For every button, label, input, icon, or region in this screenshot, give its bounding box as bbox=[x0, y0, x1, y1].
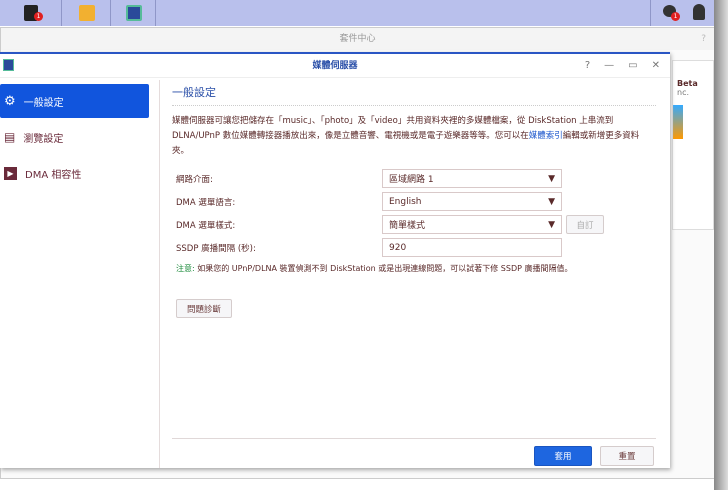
tray: 1 bbox=[650, 0, 715, 26]
ssdp-interval-label: SSDP 廣播間隔 (秒): bbox=[176, 243, 256, 254]
chevron-down-icon: ▼ bbox=[548, 196, 555, 207]
chevron-down-icon: ▼ bbox=[548, 173, 555, 184]
media-server-icon bbox=[3, 59, 14, 71]
window-shadow bbox=[714, 0, 728, 490]
sidebar-item-label: 一般設定 bbox=[23, 97, 64, 109]
help-icon[interactable]: ? bbox=[701, 28, 706, 50]
minimize-button[interactable]: — bbox=[604, 54, 614, 78]
user-icon[interactable] bbox=[693, 4, 705, 20]
network-interface-select[interactable]: 區域網路 1 ▼ bbox=[382, 169, 562, 188]
gear-icon: ⚙ bbox=[4, 93, 16, 109]
note-text: 如果您的 UPnP/DLNA 裝置偵測不到 DiskStation 或是出現連線… bbox=[194, 264, 573, 273]
sidebar-item-dma[interactable]: ▶ DMA 相容性 bbox=[0, 156, 149, 190]
package-center-title: 套件中心 bbox=[339, 34, 376, 44]
description: 媒體伺服器可讓您把儲存在「music」、「photo」及「video」共用資料夾… bbox=[172, 114, 656, 159]
media-index-link[interactable]: 媒體索引 bbox=[529, 131, 563, 141]
sidebar-item-general[interactable]: ⚙ 一般設定 bbox=[0, 84, 149, 118]
ssdp-interval-input[interactable]: 920 bbox=[382, 238, 562, 257]
dialog-title: 媒體伺服器 bbox=[312, 61, 358, 71]
selected-value: 區域網路 1 bbox=[389, 175, 434, 185]
customize-button[interactable]: 自訂 bbox=[566, 215, 604, 234]
dma-language-label: DMA 選單語言: bbox=[176, 197, 236, 208]
package-center-icon bbox=[78, 5, 95, 21]
sidebar: ⚙ 一般設定 ▤ 瀏覽設定 ▶ DMA 相容性 bbox=[0, 80, 160, 468]
sidebar-item-browse[interactable]: ▤ 瀏覽設定 bbox=[0, 120, 149, 154]
chevron-down-icon: ▼ bbox=[548, 219, 555, 230]
note-label: 注意: bbox=[176, 264, 195, 273]
apply-button[interactable]: 套用 bbox=[534, 446, 592, 466]
reset-button[interactable]: 重置 bbox=[600, 446, 654, 466]
diagnose-button[interactable]: 問題診斷 bbox=[176, 299, 232, 318]
dialog-footer: 套用 重置 bbox=[172, 438, 656, 466]
dma-style-select[interactable]: 簡單樣式 ▼ bbox=[382, 215, 562, 234]
dma-style-label: DMA 選單樣式: bbox=[176, 220, 236, 231]
list-icon: ▤ bbox=[4, 130, 16, 144]
package-card: Beta nc. bbox=[672, 60, 714, 230]
sidebar-item-label: 瀏覽設定 bbox=[23, 133, 64, 145]
media-server-icon bbox=[125, 5, 142, 21]
taskbar: 1 1 bbox=[0, 0, 715, 26]
note: 注意: 如果您的 UPnP/DLNA 裝置偵測不到 DiskStation 或是… bbox=[172, 263, 656, 274]
selected-value: English bbox=[389, 196, 422, 207]
help-button[interactable]: ? bbox=[585, 54, 590, 78]
media-server-task[interactable] bbox=[112, 0, 156, 26]
play-icon: ▶ bbox=[4, 166, 17, 180]
beta-label: Beta bbox=[677, 79, 698, 88]
sidebar-item-label: DMA 相容性 bbox=[25, 169, 82, 181]
main-menu-button[interactable]: 1 bbox=[0, 0, 62, 26]
media-server-dialog: 媒體伺服器 ? — ▭ ✕ ⚙ 一般設定 ▤ 瀏覽設定 ▶ DMA 相容性 一般設定 … bbox=[0, 52, 670, 468]
apps-badge: 1 bbox=[34, 12, 43, 21]
notifications-badge: 1 bbox=[671, 12, 680, 21]
package-center-task[interactable] bbox=[63, 0, 111, 26]
dma-language-select[interactable]: English ▼ bbox=[382, 192, 562, 211]
maximize-button[interactable]: ▭ bbox=[628, 54, 637, 78]
package-thumbnail bbox=[673, 105, 683, 139]
section-heading: 一般設定 bbox=[172, 84, 656, 106]
network-interface-label: 網路介面: bbox=[176, 174, 213, 185]
input-value: 920 bbox=[389, 242, 407, 253]
package-vendor: nc. bbox=[677, 88, 690, 97]
selected-value: 簡單樣式 bbox=[389, 221, 426, 231]
general-settings-panel: 一般設定 媒體伺服器可讓您把儲存在「music」、「photo」及「video」… bbox=[172, 84, 656, 318]
close-button[interactable]: ✕ bbox=[652, 54, 660, 78]
